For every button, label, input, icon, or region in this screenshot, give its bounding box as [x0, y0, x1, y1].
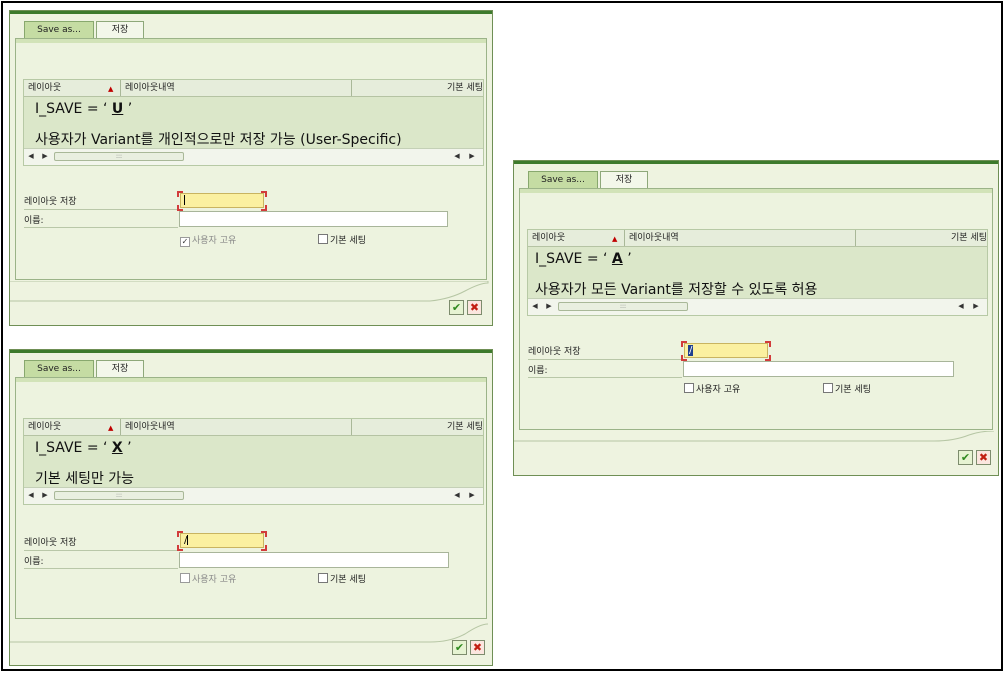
scroll-thumb[interactable]: :::: [54, 152, 184, 161]
cancel-button[interactable]: ✖: [470, 640, 485, 655]
checkbox-empty-icon: [318, 234, 328, 244]
scroll-right-end-icon[interactable]: ▶: [467, 151, 477, 162]
dialog-footer-curve: [514, 431, 995, 442]
layout-grid[interactable]: 레이아웃 ▲ 레이아웃내역 기본 세팅 I_SAVE = ‘ A ’ 사용자가 모…: [527, 229, 988, 316]
tab-save[interactable]: 저장: [96, 21, 144, 38]
checkbox-checked-icon: ✓: [180, 237, 190, 247]
name-label: 이름:: [24, 557, 44, 567]
layout-save-input[interactable]: /: [180, 533, 264, 548]
scroll-left-end-icon[interactable]: ◀: [452, 151, 462, 162]
layout-save-label: 레이아웃 저장: [528, 347, 581, 357]
scroll-right-icon[interactable]: ▶: [40, 151, 50, 162]
save-layout-dialog-u: Save as... 저장 레이아웃 ▲ 레이아웃내역 기본 세팅 I_SAVE …: [9, 10, 493, 326]
scroll-thumb[interactable]: :::: [558, 302, 688, 311]
scroll-left-end-icon[interactable]: ◀: [956, 301, 966, 312]
i-save-annotation: I_SAVE = ‘ X ’: [35, 440, 132, 456]
tab-save-as[interactable]: Save as...: [528, 171, 598, 188]
layout-grid[interactable]: 레이아웃 ▲ 레이아웃내역 기본 세팅 I_SAVE = ‘ U ’ 사용자가 V…: [23, 79, 484, 166]
horizontal-scrollbar[interactable]: ◀ ▶ ::: ◀ ▶: [528, 298, 987, 315]
field-separator: [528, 377, 682, 378]
i-save-description: 사용자가 Variant를 개인적으로만 저장 가능 (User-Specifi…: [35, 132, 402, 148]
i-save-code: U: [111, 101, 124, 117]
text-cursor: [184, 195, 185, 205]
confirm-button[interactable]: ✔: [449, 300, 464, 315]
grid-header: 레이아웃 ▲ 레이아웃내역 기본 세팅: [24, 80, 483, 97]
layout-save-input[interactable]: [180, 193, 264, 208]
sort-indicator-icon: ▲: [108, 85, 114, 93]
i-save-annotation: I_SAVE = ‘ U ’: [35, 101, 133, 117]
i-save-description: 기본 세팅만 가능: [35, 471, 135, 487]
column-default-setting[interactable]: 기본 세팅: [352, 419, 485, 435]
scroll-left-end-icon[interactable]: ◀: [452, 490, 462, 501]
i-save-code: X: [111, 440, 123, 456]
scroll-thumb[interactable]: :::: [54, 491, 184, 500]
column-layout[interactable]: 레이아웃 ▲: [528, 230, 625, 246]
scroll-right-end-icon[interactable]: ▶: [467, 490, 477, 501]
dialog-top-border: [514, 161, 998, 164]
horizontal-scrollbar[interactable]: ◀ ▶ ::: ◀ ▶: [24, 487, 483, 504]
grid-header: 레이아웃 ▲ 레이아웃내역 기본 세팅: [24, 419, 483, 436]
column-default-setting[interactable]: 기본 세팅: [856, 230, 989, 246]
dialog-footer-curve: [10, 281, 489, 302]
scroll-left-icon[interactable]: ◀: [530, 301, 540, 312]
i-save-code: A: [611, 251, 623, 267]
sort-indicator-icon: ▲: [108, 424, 114, 432]
save-layout-dialog-a: Save as... 저장 레이아웃 ▲ 레이아웃내역 기본 세팅 I_SAVE …: [513, 160, 999, 476]
layout-save-input[interactable]: /: [684, 343, 768, 358]
tab-save[interactable]: 저장: [96, 360, 144, 377]
user-specific-checkbox[interactable]: ✓ 사용자 고유: [180, 233, 236, 247]
user-specific-checkbox[interactable]: 사용자 고유: [180, 572, 236, 585]
name-label: 이름:: [24, 216, 44, 226]
layout-save-label: 레이아웃 저장: [24, 197, 77, 207]
default-setting-checkbox[interactable]: 기본 세팅: [823, 382, 871, 395]
i-save-annotation: I_SAVE = ‘ A ’: [535, 251, 632, 267]
checkbox-empty-icon: [684, 383, 694, 393]
scroll-right-icon[interactable]: ▶: [40, 490, 50, 501]
grid-header: 레이아웃 ▲ 레이아웃내역 기본 세팅: [528, 230, 987, 247]
checkbox-empty-icon: [180, 573, 190, 583]
confirm-button[interactable]: ✔: [452, 640, 467, 655]
column-layout[interactable]: 레이아웃 ▲: [24, 419, 121, 435]
save-layout-dialog-x: Save as... 저장 레이아웃 ▲ 레이아웃내역 기본 세팅 I_SAVE …: [9, 349, 493, 666]
scroll-left-icon[interactable]: ◀: [26, 151, 36, 162]
field-separator: [24, 550, 178, 551]
column-default-setting[interactable]: 기본 세팅: [352, 80, 485, 96]
text-cursor: [187, 535, 189, 545]
checkbox-empty-icon: [318, 573, 328, 583]
column-layout-description[interactable]: 레이아웃내역: [625, 230, 856, 246]
default-setting-checkbox[interactable]: 기본 세팅: [318, 233, 366, 246]
default-setting-checkbox[interactable]: 기본 세팅: [318, 572, 366, 585]
field-separator: [24, 227, 178, 228]
name-input[interactable]: [683, 361, 954, 377]
scroll-left-icon[interactable]: ◀: [26, 490, 36, 501]
selected-text: /: [688, 344, 694, 356]
column-layout[interactable]: 레이아웃 ▲: [24, 80, 121, 96]
dialog-top-border: [10, 11, 492, 14]
i-save-description: 사용자가 모든 Variant를 저장할 수 있도록 허용: [535, 282, 818, 298]
confirm-button[interactable]: ✔: [958, 450, 973, 465]
dialog-footer-curve: [10, 623, 489, 643]
layout-grid[interactable]: 레이아웃 ▲ 레이아웃내역 기본 세팅 I_SAVE = ‘ X ’ 기본 세팅만…: [23, 418, 484, 505]
name-input[interactable]: [179, 552, 449, 568]
column-layout-description[interactable]: 레이아웃내역: [121, 419, 352, 435]
sort-indicator-icon: ▲: [612, 235, 618, 243]
checkbox-empty-icon: [823, 383, 833, 393]
field-separator: [528, 359, 682, 360]
scroll-right-end-icon[interactable]: ▶: [971, 301, 981, 312]
column-layout-description[interactable]: 레이아웃내역: [121, 80, 352, 96]
scroll-right-icon[interactable]: ▶: [544, 301, 554, 312]
cancel-button[interactable]: ✖: [976, 450, 991, 465]
field-separator: [24, 209, 178, 210]
tab-save-as[interactable]: Save as...: [24, 360, 94, 377]
horizontal-scrollbar[interactable]: ◀ ▶ ::: ◀ ▶: [24, 148, 483, 165]
field-separator: [24, 568, 178, 569]
user-specific-checkbox[interactable]: 사용자 고유: [684, 382, 740, 395]
tab-save[interactable]: 저장: [600, 171, 648, 188]
name-label: 이름:: [528, 366, 548, 376]
layout-save-label: 레이아웃 저장: [24, 538, 77, 548]
dialog-top-border: [10, 350, 492, 353]
name-input[interactable]: [179, 211, 448, 227]
cancel-button[interactable]: ✖: [467, 300, 482, 315]
tab-save-as[interactable]: Save as...: [24, 21, 94, 38]
